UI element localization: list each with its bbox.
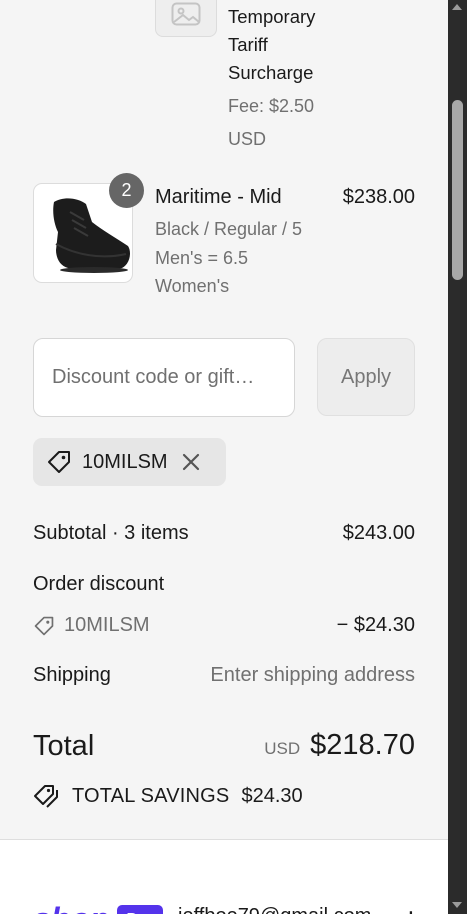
shop-logo: shop: [33, 901, 109, 914]
fee-item-name: Temporary Tariff Surcharge: [228, 6, 316, 83]
shipping-label: Shipping: [33, 664, 111, 686]
applied-discount-code: 10MILSM: [82, 450, 168, 473]
shipping-value: Enter shipping address: [210, 664, 415, 686]
order-discount-value: − $24.30: [336, 614, 415, 636]
more-options-icon[interactable]: ⋮: [400, 907, 422, 914]
order-discount-code-text: 10MILSM: [64, 614, 150, 636]
total-savings-amount: $24.30: [241, 784, 303, 807]
fee-item-amount: Fee: $2.50 USD: [228, 96, 315, 149]
remove-discount-button[interactable]: [182, 453, 200, 471]
savings-tags-icon: [34, 785, 58, 808]
total-savings: TOTAL SAVINGS $24.30: [33, 782, 303, 810]
shop-pay-email: jeffboe79@gmail.com: [178, 905, 371, 914]
scroll-up-arrow-icon[interactable]: [452, 4, 462, 10]
quantity-badge: 2: [109, 173, 144, 208]
total-value: USD $218.70: [264, 729, 415, 762]
tag-icon: [34, 616, 54, 635]
scroll-down-arrow-icon[interactable]: [452, 902, 462, 908]
close-icon: [182, 453, 199, 471]
shop-pay-badge: Pay: [117, 905, 163, 914]
apply-discount-button[interactable]: Apply: [317, 338, 415, 416]
product-price: $238.00: [342, 186, 415, 208]
order-discount-code: 10MILSM: [33, 614, 150, 637]
order-discount-label: Order discount: [33, 573, 165, 595]
subtotal-value: $243.00: [342, 522, 415, 544]
fee-item-thumbnail: [155, 0, 217, 37]
order-summary-panel: Temporary Tariff Surcharge Fee: $2.50 US…: [0, 0, 448, 840]
total-amount: $218.70: [310, 729, 415, 761]
product-variant: Black / Regular / 5 Men's = 6.5 Women's: [155, 219, 303, 296]
tag-icon: [48, 451, 70, 473]
product-name: Maritime - Mid: [155, 186, 282, 208]
total-label: Total: [33, 730, 95, 762]
total-savings-label: TOTAL SAVINGS: [72, 784, 230, 807]
shop-pay-section: shop Pay jeffboe79@gmail.com ⋮: [0, 841, 448, 914]
discount-code-input[interactable]: [33, 338, 295, 417]
scrollbar[interactable]: [448, 0, 467, 914]
image-icon: [171, 2, 201, 26]
total-currency: USD: [264, 739, 301, 758]
scrollbar-thumb[interactable]: [452, 100, 463, 280]
subtotal-label: Subtotal · 3 items: [33, 522, 189, 544]
applied-discount-chip: 10MILSM: [33, 438, 226, 486]
